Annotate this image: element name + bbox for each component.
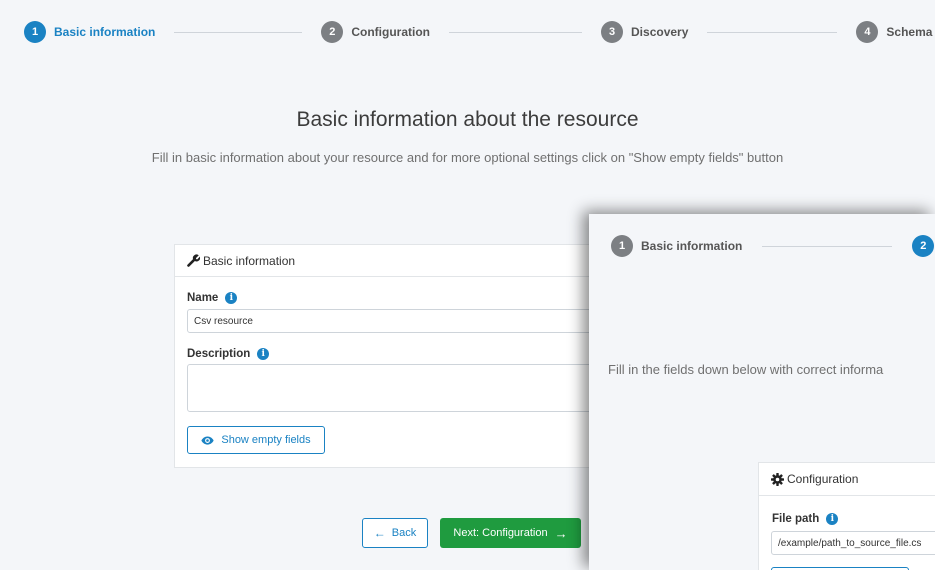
step-number: 1	[24, 21, 46, 43]
step-label: Basic information	[641, 239, 743, 253]
basic-information-card: Basic information Name i Csv resource De…	[174, 244, 597, 468]
step-basic-information[interactable]: 1 Basic information	[24, 21, 155, 43]
step-number: 3	[601, 21, 624, 43]
page-subtitle: Fill in basic information about your res…	[151, 150, 784, 165]
back-button[interactable]: ← Back	[362, 518, 428, 548]
info-icon[interactable]: i	[225, 292, 238, 304]
configuration-step-preview: 1 Basic information 2 Fill in the fields…	[589, 214, 935, 570]
step-schema[interactable]: 4 Schema	[856, 21, 932, 43]
step-discovery[interactable]: 3 Discovery	[601, 21, 688, 43]
file-path-label: File path i	[772, 513, 839, 525]
next-label: Next: Configuration	[453, 527, 548, 539]
description-textarea[interactable]	[187, 364, 597, 412]
name-label-text: Name	[187, 292, 219, 304]
file-path-label-text: File path	[772, 513, 820, 525]
card-title: Basic information	[203, 253, 296, 268]
step-configuration[interactable]: 2 Configuration	[321, 21, 430, 43]
arrow-right-icon: →	[554, 525, 568, 541]
eye-icon	[201, 435, 214, 445]
overlay-step-configuration[interactable]: 2	[912, 235, 935, 257]
step-connector	[707, 31, 838, 33]
card-title: Configuration	[787, 472, 859, 486]
stepper: 1 Basic information 2 Configuration 3 Di…	[24, 21, 932, 43]
file-path-input[interactable]: /example/path_to_source_file.cs	[771, 531, 935, 555]
step-connector	[762, 245, 893, 247]
step-connector	[449, 31, 583, 33]
arrow-left-icon: ←	[373, 526, 386, 540]
overlay-subtitle: Fill in the fields down below with corre…	[608, 362, 884, 377]
info-icon[interactable]: i	[826, 513, 839, 525]
show-empty-fields-button[interactable]: Show empty fields	[187, 426, 325, 454]
wrench-icon	[187, 254, 200, 267]
name-input[interactable]: Csv resource	[187, 309, 597, 333]
step-label: Discovery	[631, 25, 689, 39]
page-title: Basic information about the resource	[296, 108, 639, 131]
step-number: 4	[856, 21, 879, 43]
card-header: Basic information	[175, 245, 593, 277]
step-number: 1	[611, 235, 633, 257]
info-icon[interactable]: i	[257, 348, 270, 360]
overlay-step-basic-information[interactable]: 1 Basic information	[611, 235, 742, 257]
back-label: Back	[391, 527, 417, 539]
next-configuration-button[interactable]: Next: Configuration →	[440, 518, 581, 548]
card-header: Configuration	[759, 463, 935, 496]
configuration-card: Configuration File path i /example/path_…	[758, 462, 935, 570]
show-empty-fields-label: Show empty fields	[221, 434, 311, 446]
step-number: 2	[321, 21, 344, 43]
description-label-text: Description	[187, 348, 251, 360]
description-label: Description i	[187, 348, 270, 360]
step-number: 2	[912, 235, 935, 257]
step-label: Basic information	[54, 25, 156, 39]
name-label: Name i	[187, 292, 238, 304]
step-label: Schema	[886, 25, 933, 39]
gear-icon	[771, 472, 784, 486]
step-label: Configuration	[351, 25, 431, 39]
step-connector	[174, 31, 303, 33]
overlay-stepper: 1 Basic information 2	[611, 235, 935, 257]
